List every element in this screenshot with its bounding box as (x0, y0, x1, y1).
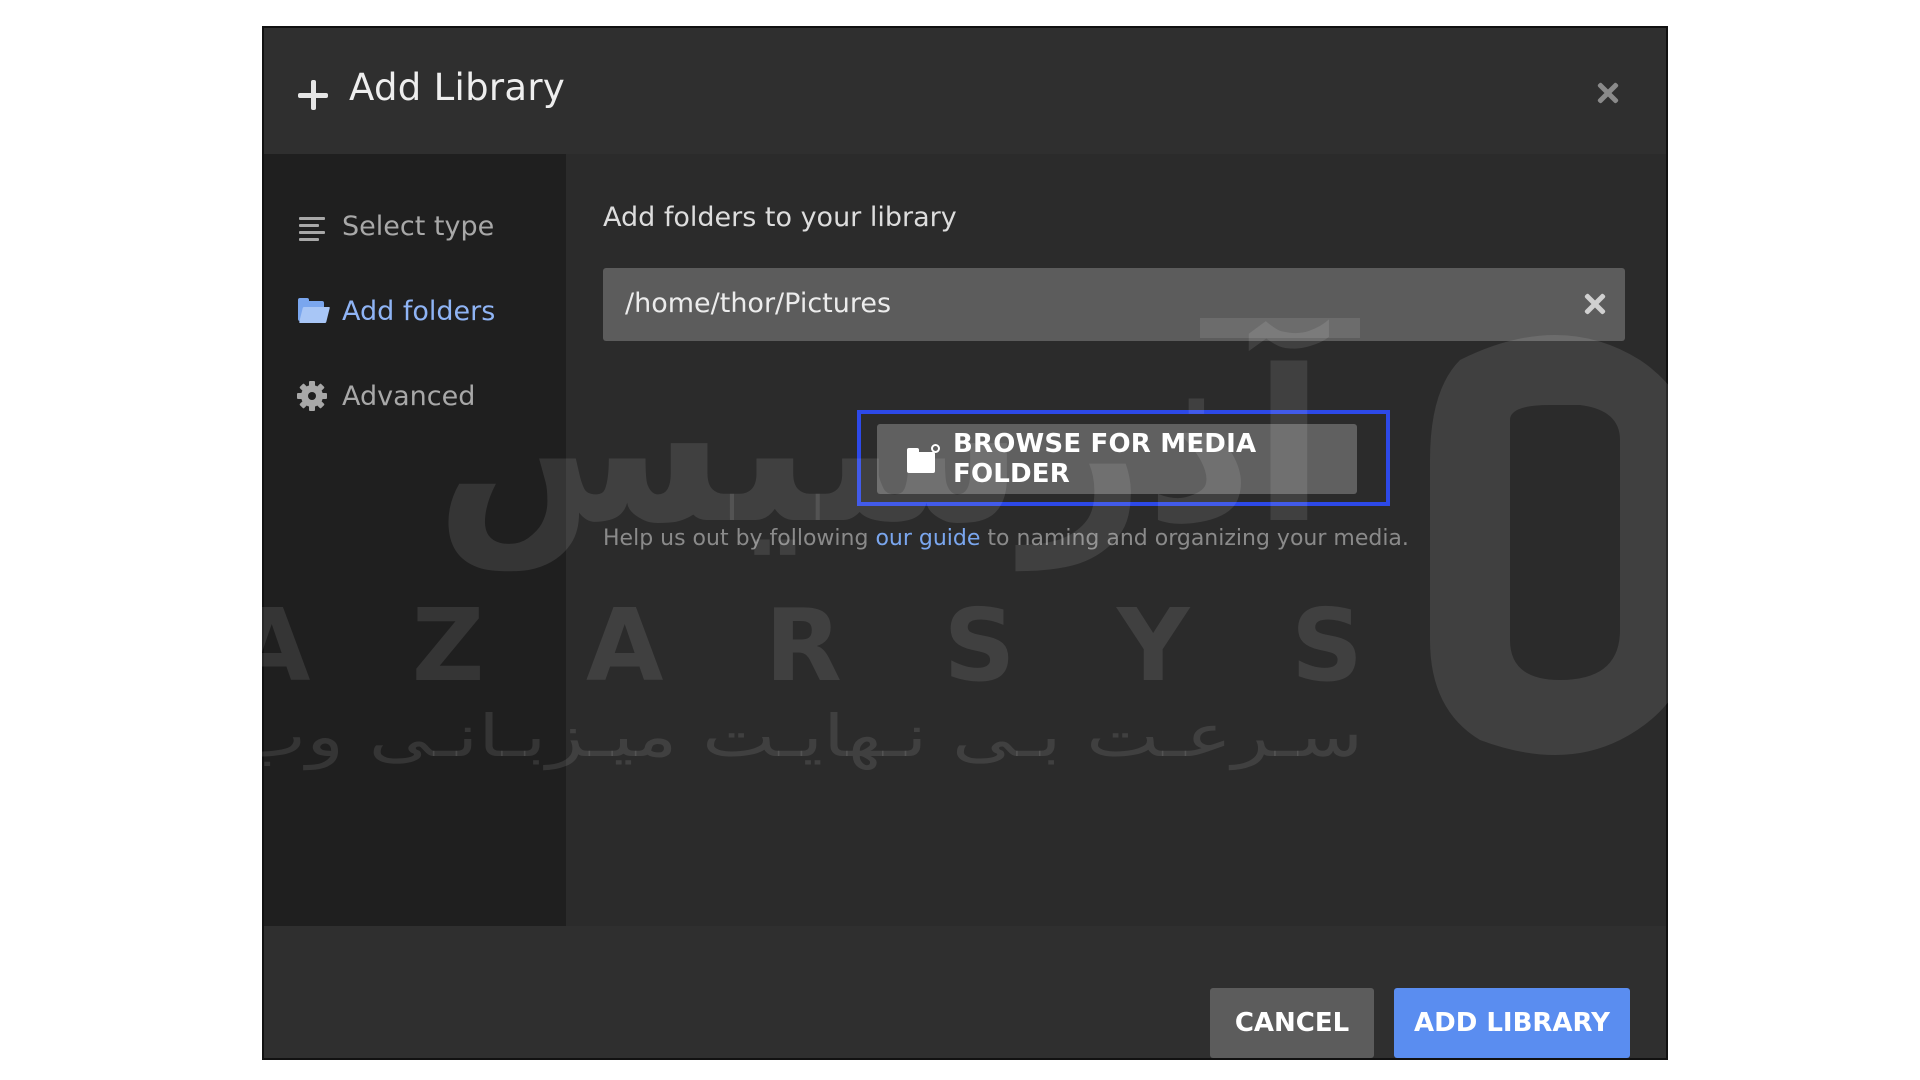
main-panel: Add folders to your library /home/thor/P… (566, 154, 1666, 926)
folder-path-field[interactable]: /home/thor/Pictures (603, 268, 1625, 341)
folder-icon (296, 295, 330, 327)
sidebar-item-label: Advanced (342, 380, 476, 412)
dialog-footer: CANCEL ADD LIBRARY (264, 926, 1666, 1058)
add-library-button[interactable]: ADD LIBRARY (1394, 988, 1630, 1058)
sidebar-item-label: Add folders (342, 295, 496, 327)
section-heading: Add folders to your library (603, 202, 957, 233)
sidebar-item-add-folders[interactable]: Add folders (296, 291, 556, 331)
remove-folder-icon[interactable] (1579, 288, 1611, 320)
sidebar-item-advanced[interactable]: Advanced (296, 376, 556, 416)
browse-button-label: BROWSE FOR MEDIA FOLDER (952, 429, 1257, 489)
sidebar-item-select-type[interactable]: Select type (296, 206, 556, 246)
help-text: Help us out by following our guide to na… (603, 526, 1409, 551)
plus-icon (296, 78, 330, 112)
help-text-suffix: to naming and organizing your media. (980, 526, 1409, 551)
sidebar: Select type Add folders Advanced (264, 154, 566, 926)
sidebar-item-label: Select type (342, 210, 495, 242)
guide-link[interactable]: our guide (875, 526, 980, 551)
screen: Add Library Select type Add folders Adva… (0, 0, 1920, 1080)
close-icon[interactable] (1591, 76, 1625, 110)
dialog-title: Add Library (349, 66, 566, 109)
browse-media-folder-button[interactable]: BROWSE FOR MEDIA FOLDER (877, 424, 1357, 494)
folder-path-value: /home/thor/Pictures (625, 288, 892, 319)
folder-add-icon (907, 444, 940, 474)
add-library-dialog: Add Library Select type Add folders Adva… (262, 26, 1668, 1060)
dialog-header: Add Library (264, 28, 1666, 155)
lines-icon (296, 210, 328, 242)
gear-icon (296, 380, 328, 412)
help-text-prefix: Help us out by following (603, 526, 876, 551)
cancel-button[interactable]: CANCEL (1210, 988, 1374, 1058)
